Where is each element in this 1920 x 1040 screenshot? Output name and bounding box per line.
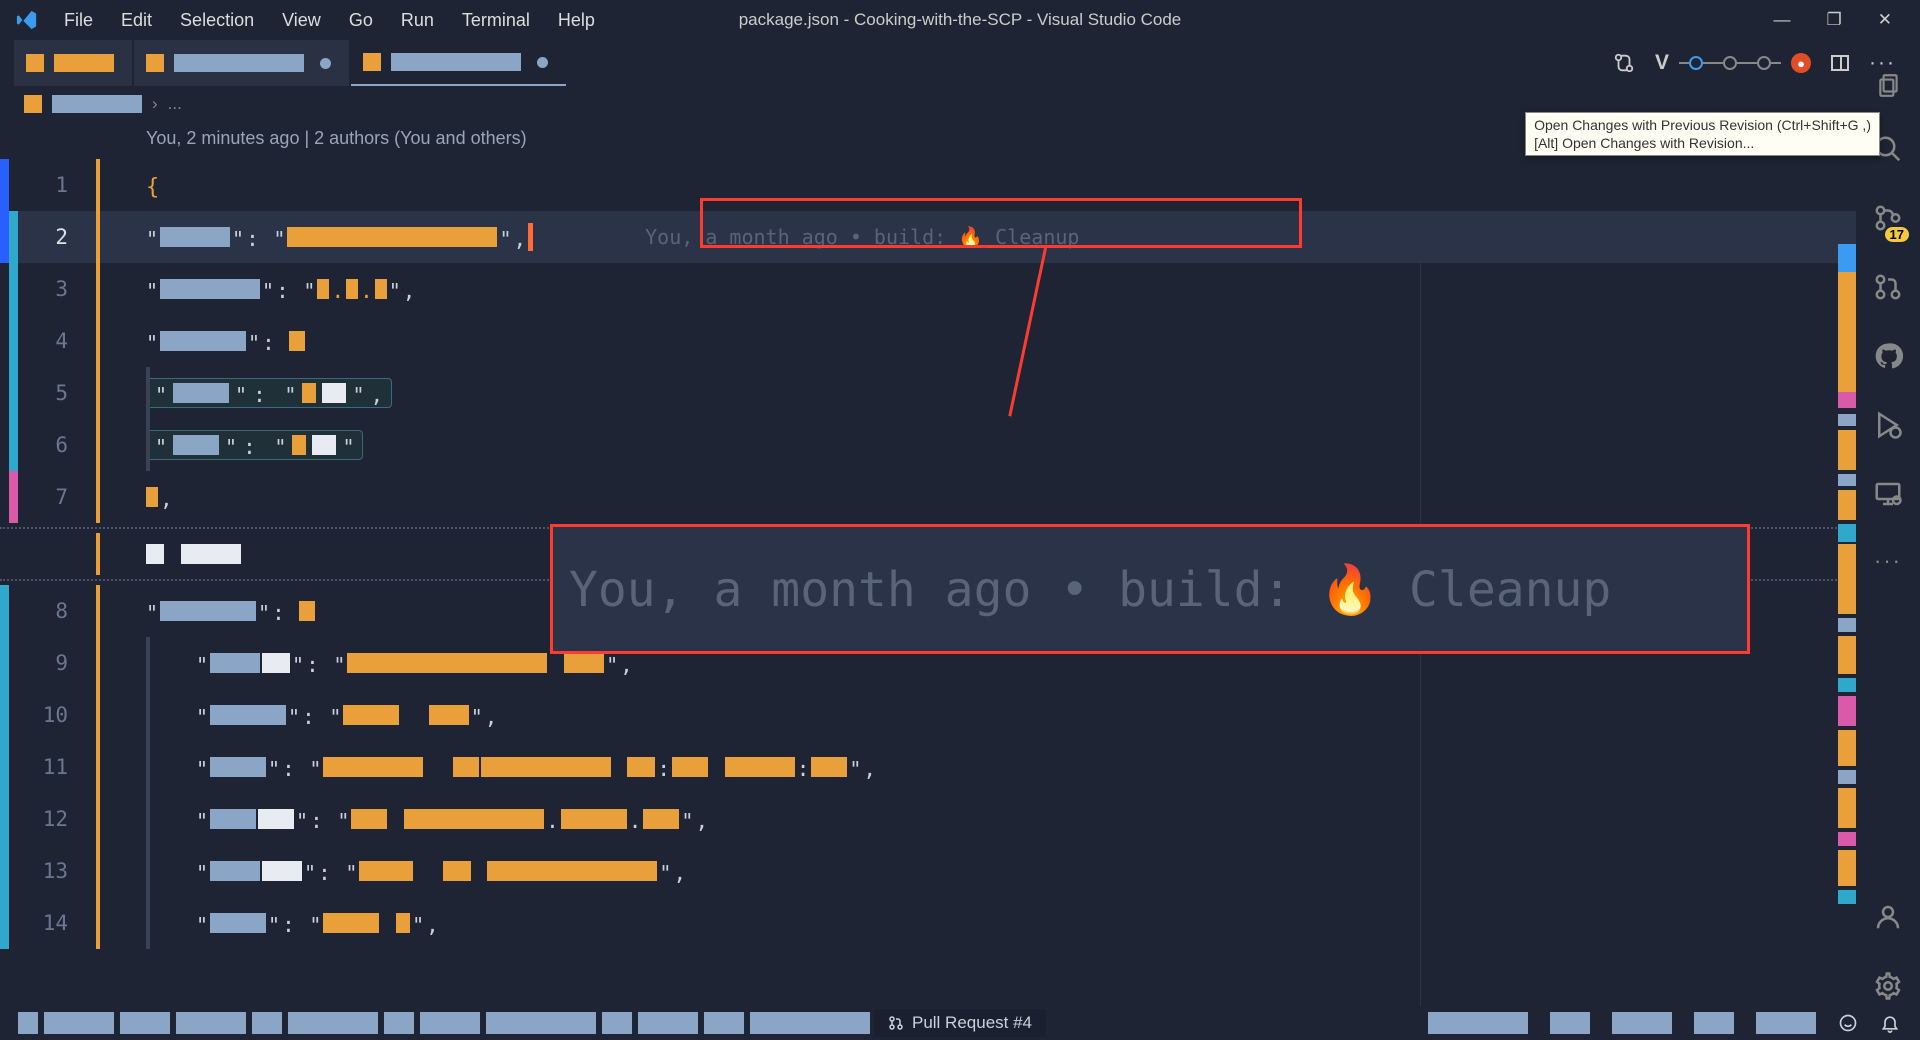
line-number: 8	[26, 599, 96, 623]
status-pr-label: Pull Request #4	[912, 1013, 1032, 1033]
status-pull-request[interactable]: Pull Request #4	[874, 1009, 1046, 1037]
open-changes-previous-icon[interactable]	[1689, 56, 1703, 70]
status-bar: Pull Request #4	[0, 1006, 1920, 1040]
code-line[interactable]: 5 "" : "" ,	[0, 367, 1856, 419]
menu-file[interactable]: File	[52, 6, 105, 35]
window-title: package.json - Cooking-with-the-SCP - Vi…	[739, 10, 1182, 30]
github-icon[interactable]	[1873, 341, 1903, 376]
folded-region[interactable]: "" : ""	[146, 430, 363, 460]
editor-tab-3[interactable]	[351, 40, 566, 86]
tooltip-line1: Open Changes with Previous Revision (Ctr…	[1534, 116, 1871, 134]
maximize-button[interactable]: ❐	[1827, 10, 1842, 30]
close-button[interactable]: ✕	[1878, 10, 1892, 30]
line-number: 7	[26, 485, 96, 509]
tab-label	[54, 54, 114, 72]
status-right[interactable]	[1428, 1012, 1920, 1034]
code-line[interactable]: 3 "" : ".." ,	[0, 263, 1856, 315]
menu-edit[interactable]: Edit	[109, 6, 164, 35]
revision-nav-next-icon[interactable]	[1757, 56, 1771, 70]
menu-run[interactable]: Run	[389, 6, 446, 35]
menu-bar: File Edit Selection View Go Run Terminal…	[52, 6, 607, 35]
title-bar: File Edit Selection View Go Run Terminal…	[0, 0, 1920, 40]
json-file-icon	[363, 53, 381, 71]
zoom-blame-text: You, a month ago • build: 🔥 Cleanup	[569, 561, 1611, 618]
gitlens-inline-blame[interactable]: You, a month ago • build: 🔥 Cleanup	[645, 225, 1079, 249]
tooltip-line2: [Alt] Open Changes with Revision...	[1534, 134, 1871, 152]
code-line-current[interactable]: 2 "" : "" , You, a month ago • build: 🔥 …	[0, 211, 1856, 263]
editor-tab-1[interactable]	[14, 40, 132, 86]
line-number: 1	[26, 173, 96, 197]
code-line[interactable]: 6 "" : ""	[0, 419, 1856, 471]
dirty-indicator-icon	[320, 58, 331, 69]
folded-region[interactable]: "" : "" ,	[146, 378, 392, 408]
code-line[interactable]: 11 "" : " : :" ,	[0, 741, 1856, 793]
more-views-icon[interactable]: ···	[1874, 548, 1902, 574]
notification-dot-icon[interactable]: ●	[1791, 53, 1811, 73]
settings-gear-icon[interactable]	[1873, 971, 1903, 1006]
remote-explorer-icon[interactable]	[1873, 479, 1903, 514]
code-line[interactable]: 1 {	[0, 159, 1856, 211]
vscode-logo-icon	[16, 9, 38, 31]
line-number: 13	[26, 859, 96, 883]
overview-ruler[interactable]	[1838, 244, 1856, 1006]
line-number: 9	[26, 651, 96, 675]
tooltip: Open Changes with Previous Revision (Ctr…	[1525, 112, 1880, 156]
line-number: 5	[26, 381, 96, 405]
json-file-icon	[146, 54, 164, 72]
split-editor-icon[interactable]	[1831, 55, 1849, 71]
menu-help[interactable]: Help	[546, 6, 607, 35]
window-controls: — ❐ ✕	[1774, 10, 1911, 30]
line-number: 11	[26, 755, 96, 779]
breadcrumb-tail: ...	[168, 94, 182, 114]
line-number: 3	[26, 277, 96, 301]
breadcrumb-file	[52, 95, 142, 113]
editor[interactable]: You, 2 minutes ago | 2 authors (You and …	[0, 122, 1856, 1006]
explorer-files-icon[interactable]	[1876, 72, 1902, 103]
compare-changes-icon[interactable]	[1613, 52, 1635, 74]
source-control-icon[interactable]: 17	[1873, 203, 1903, 238]
menu-selection[interactable]: Selection	[168, 6, 266, 35]
pull-request-icon[interactable]	[1873, 272, 1903, 307]
text-cursor	[528, 223, 533, 251]
menu-terminal[interactable]: Terminal	[450, 6, 542, 35]
line-number: 2	[26, 225, 96, 249]
breadcrumb-separator-icon: ›	[152, 94, 158, 114]
line-number: 4	[26, 329, 96, 353]
tab-actions: V ● ···	[1613, 51, 1920, 75]
json-file-icon	[24, 95, 42, 113]
annotation-callout-zoom: You, a month ago • build: 🔥 Cleanup	[550, 524, 1750, 654]
editor-tabs: V ● ···	[0, 40, 1920, 86]
revision-nav-prev-icon[interactable]	[1723, 56, 1737, 70]
code-line[interactable]: 7 ,	[0, 471, 1856, 523]
accounts-icon[interactable]	[1873, 902, 1903, 937]
scm-badge: 17	[1885, 227, 1909, 242]
run-debug-icon[interactable]	[1873, 410, 1903, 445]
activity-bar: 17 ···	[1856, 122, 1920, 1006]
line-number: 12	[26, 807, 96, 831]
tab-label	[174, 54, 304, 72]
code-line[interactable]: 4 "" :	[0, 315, 1856, 367]
menu-view[interactable]: View	[270, 6, 333, 35]
main-area: You, 2 minutes ago | 2 authors (You and …	[0, 122, 1920, 1006]
notifications-bell-icon[interactable]	[1880, 1013, 1900, 1033]
minimize-button[interactable]: —	[1774, 10, 1791, 30]
verified-icon[interactable]: V	[1655, 51, 1669, 75]
code-line[interactable]: 10 "" : " " ,	[0, 689, 1856, 741]
menu-go[interactable]: Go	[337, 6, 385, 35]
code-line[interactable]: 14 "" : " " ,	[0, 897, 1856, 949]
editor-tab-2[interactable]	[134, 40, 349, 86]
line-number: 6	[26, 433, 96, 457]
line-number: 10	[26, 703, 96, 727]
json-file-icon	[26, 54, 44, 72]
dirty-indicator-icon	[537, 57, 548, 68]
code-line[interactable]: 12 "" : " .." ,	[0, 793, 1856, 845]
status-left[interactable]	[0, 1012, 1006, 1034]
code-line[interactable]: 13 "" : " " ,	[0, 845, 1856, 897]
tab-label	[391, 53, 521, 71]
line-number: 14	[26, 911, 96, 935]
feedback-icon[interactable]	[1838, 1013, 1858, 1033]
